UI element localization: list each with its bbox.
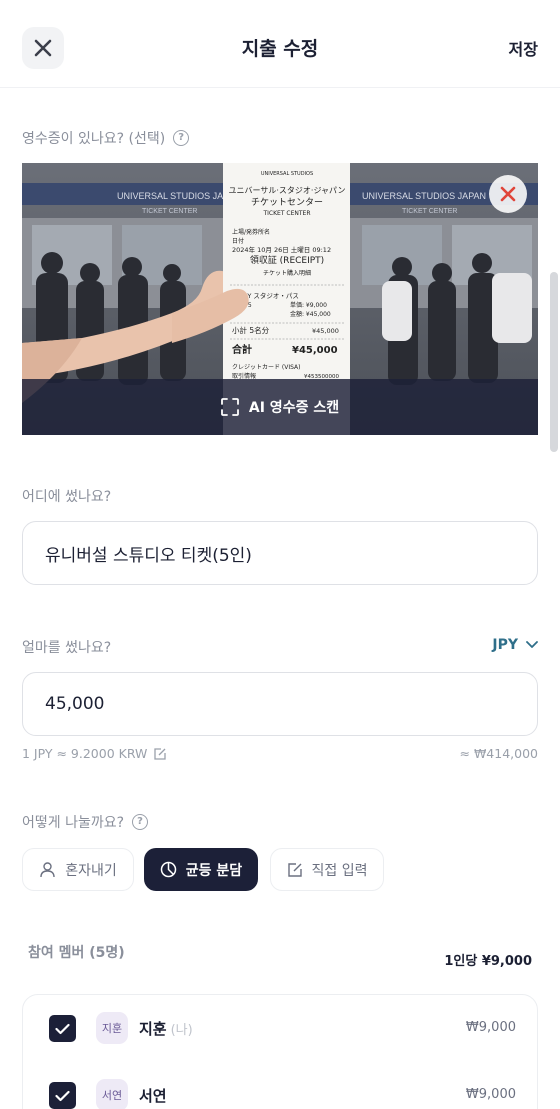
receipt-line-8: チケット購入明細 [263, 269, 311, 277]
currency-select[interactable]: JPY [492, 637, 538, 653]
close-icon [500, 186, 516, 202]
receipt-line-1: ユニバーサル·スタジオ·ジャパン [229, 186, 346, 195]
per-person-amount: 1인당 ¥9,000 [444, 954, 532, 969]
amount-input[interactable]: 45,000 [22, 672, 538, 736]
split-option-solo[interactable]: 혼자내기 [22, 848, 134, 891]
edit-rate-icon[interactable] [153, 747, 167, 761]
scrollbar[interactable] [550, 272, 558, 452]
help-icon[interactable]: ? [173, 130, 190, 146]
amount-label: 얼마를 썼나요? [22, 640, 112, 656]
member-name: 서연 [139, 1087, 167, 1105]
member-amount: ₩9,000 [465, 1020, 516, 1035]
receipt-line-11: 単価: ¥9,000 [290, 301, 327, 309]
receipt-label-row: 영수증이 있나요? (선택) ? [22, 128, 190, 148]
split-option-custom-label: 직접 입력 [311, 862, 368, 879]
split-option-equal[interactable]: 균등 분담 [144, 848, 258, 891]
sign-right-text: UNIVERSAL STUDIOS JAPAN [362, 191, 486, 201]
receipt-line-2: チケットセンター [251, 197, 323, 208]
ai-scan-label: AI 영수증 스캔 [248, 400, 340, 416]
chevron-down-icon [526, 641, 538, 648]
page-title: 지출 수정 [241, 38, 319, 60]
receipt-line-17: クレジットカード (VISA) [232, 364, 301, 371]
receipt-line-6: 2024年 10月 26日 土曜日 09:12 [232, 245, 331, 254]
remove-receipt-button[interactable] [489, 175, 527, 213]
split-option-custom[interactable]: 직접 입력 [270, 848, 384, 891]
user-icon [40, 862, 55, 878]
ai-scan-button[interactable]: AI 영수증 스캔 [22, 379, 538, 435]
split-option-solo-label: 혼자내기 [65, 862, 117, 879]
receipt-line-15: 合計 [231, 343, 252, 356]
member-row[interactable]: 서연 서연 ₩9,000 [23, 1075, 539, 1109]
exchange-rate: 1 JPY ≈ 9.2000 KRW [22, 746, 167, 761]
member-amount: ₩9,000 [465, 1087, 516, 1102]
sub-right-text: TICKET CENTER [402, 208, 458, 215]
sign-left-text: UNIVERSAL STUDIOS JAPAN [117, 191, 241, 201]
edit-icon [287, 862, 302, 877]
split-option-equal-label: 균등 분담 [185, 862, 243, 879]
receipt-line-7: 領収証 (RECEIPT) [250, 254, 324, 266]
receipt-line-5: 日付 [232, 237, 244, 245]
split-label-row: 어떻게 나눌까요? ? [22, 812, 149, 832]
receipt-line-16: ¥45,000 [292, 345, 338, 356]
currency-value: JPY [492, 637, 518, 653]
exchange-rate-text: 1 JPY ≈ 9.2000 KRW [22, 746, 148, 761]
help-icon[interactable]: ? [132, 814, 149, 830]
member-checkbox[interactable] [49, 1015, 76, 1042]
save-button[interactable]: 저장 [509, 36, 538, 60]
member-checkbox[interactable] [49, 1082, 76, 1109]
converted-amount: ≈ ₩414,000 [459, 746, 539, 761]
member-row[interactable]: 지훈 지훈 (나) ₩9,000 [23, 1008, 539, 1048]
where-value: 유니버설 스튜디오 티켓(5인) [45, 545, 252, 566]
receipt-image[interactable]: UNIVERSAL STUDIOS JAPAN UNIVERSAL STUDIO… [22, 163, 538, 435]
receipt-line-14: ¥45,000 [312, 327, 339, 335]
member-name-row: 서연 [139, 1085, 167, 1106]
top-bar: 지출 수정 저장 [0, 0, 560, 88]
member-name: 지훈 [139, 1020, 167, 1038]
check-icon [55, 1023, 70, 1034]
receipt-line-13: 小計 5名分 [232, 325, 270, 335]
receipt-brand: UNIVERSAL STUDIOS [261, 171, 313, 177]
avatar: 지훈 [96, 1012, 128, 1044]
receipt-label: 영수증이 있나요? (선택) [22, 131, 166, 147]
amount-value: 45,000 [45, 694, 105, 714]
where-label: 어디에 썼나요? [22, 489, 112, 505]
receipt-line-12: 金額: ¥45,000 [290, 310, 331, 318]
member-name-row: 지훈 (나) [139, 1018, 193, 1039]
receipt-line-4: 上場/発券所名 [232, 228, 270, 236]
scan-icon [220, 398, 239, 416]
where-input[interactable]: 유니버설 스튜디오 티켓(5인) [22, 521, 538, 585]
check-icon [55, 1090, 70, 1101]
sub-left-text: TICKET CENTER [142, 208, 198, 215]
avatar: 서연 [96, 1079, 128, 1109]
me-tag: (나) [170, 1023, 193, 1038]
pie-chart-icon [160, 861, 177, 878]
receipt-line-3: TICKET CENTER [262, 210, 310, 217]
members-label: 참여 멤버 (5명) [28, 945, 125, 961]
split-label: 어떻게 나눌까요? [22, 815, 125, 831]
members-list: 지훈 지훈 (나) ₩9,000 서연 서연 ₩9,000 [22, 994, 538, 1109]
